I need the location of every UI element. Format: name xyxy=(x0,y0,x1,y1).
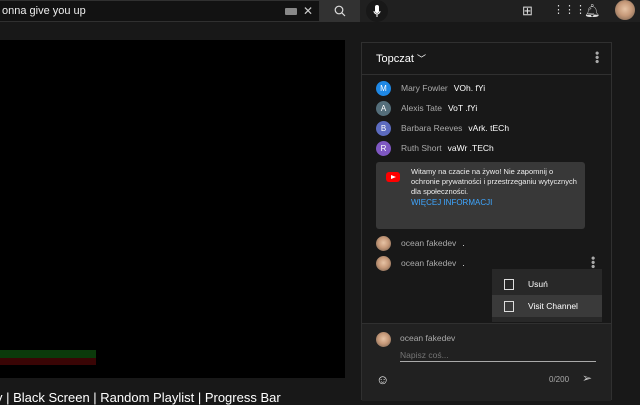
top-bar: ✕ ⊞ ⋮⋮⋮ 🔔︎ xyxy=(0,0,640,22)
menu-item-visit-channel[interactable]: Visit Channel xyxy=(492,295,602,317)
more-info-link[interactable]: WIĘCEJ INFORMACJI xyxy=(411,198,492,208)
person-icon xyxy=(504,300,514,312)
send-icon[interactable]: ➢ xyxy=(582,371,592,385)
microphone-icon xyxy=(373,5,381,17)
avatar: B xyxy=(376,120,391,136)
message-author: Alexis Tate xyxy=(401,103,442,113)
message-text: VoT .fYi xyxy=(447,103,478,113)
youtube-logo-icon xyxy=(386,172,400,182)
notice-text: Witamy na czacie na żywo! Nie zapomnij o… xyxy=(411,167,577,196)
chat-header: Topczat ﹀ ••• xyxy=(362,43,611,75)
chevron-down-icon: ﹀ xyxy=(416,54,426,64)
chat-message: M Mary Fowler VOh. fYi xyxy=(362,78,611,98)
trash-icon xyxy=(504,278,514,290)
emoji-icon[interactable]: ☺ xyxy=(376,372,389,387)
progress-bar-red xyxy=(0,358,96,365)
message-author: Mary Fowler xyxy=(401,83,448,93)
chat-message: A Alexis Tate VoT .fYi xyxy=(362,98,611,118)
input-author: ocean fakedev xyxy=(400,333,456,343)
avatar: R xyxy=(376,140,391,156)
char-count: 0/200 xyxy=(549,375,570,384)
chat-message: B Barbara Reeves vArk. tECh xyxy=(362,118,611,138)
welcome-notice: Witamy na czacie na żywo! Nie zapomnij o… xyxy=(376,162,585,229)
avatar xyxy=(376,255,391,271)
avatar xyxy=(376,235,391,251)
chat-mode-dropdown[interactable]: Topczat ﹀ xyxy=(376,52,426,65)
avatar: M xyxy=(376,80,391,96)
message-text: vArk. tECh xyxy=(468,123,510,133)
voice-search-button[interactable] xyxy=(366,0,388,22)
video-title: y | Black Screen | Random Playlist | Pro… xyxy=(0,390,281,405)
search-icon xyxy=(334,5,346,17)
search-box: ✕ xyxy=(0,0,320,22)
chat-input-area: ocean fakedev ☺ 0/200 ➢ xyxy=(362,323,611,401)
create-video-icon[interactable]: ⊞ xyxy=(522,3,533,19)
message-author: Barbara Reeves xyxy=(401,123,463,133)
chat-message-own: ocean fakedev. xyxy=(362,233,611,253)
progress-bar-green xyxy=(0,350,96,358)
chat-message-input[interactable] xyxy=(400,349,596,362)
video-player[interactable] xyxy=(0,40,345,378)
more-options-icon[interactable]: ••• xyxy=(590,51,604,64)
notifications-bell-icon[interactable]: 🔔︎ xyxy=(584,3,601,19)
live-chat-panel: Topczat ﹀ ••• M Mary Fowler VOh. fYi A Alexi… xyxy=(361,42,612,401)
menu-item-delete[interactable]: Usuń xyxy=(492,273,602,295)
message-menu-icon[interactable]: ••• xyxy=(586,256,600,269)
message-text: VOh. fYi xyxy=(453,83,486,93)
apps-grid-icon[interactable]: ⋮⋮⋮ xyxy=(553,3,586,16)
message-text: vaWr .TECh xyxy=(447,143,494,153)
search-button[interactable] xyxy=(320,0,360,22)
clear-search-icon[interactable]: ✕ xyxy=(303,4,313,18)
message-author: Ruth Short xyxy=(401,143,442,153)
avatar: A xyxy=(376,100,391,116)
message-context-menu: Usuń Visit Channel xyxy=(492,269,602,322)
keyboard-icon[interactable] xyxy=(285,8,297,15)
chat-message: R Ruth Short vaWr .TECh xyxy=(362,138,611,158)
account-avatar[interactable] xyxy=(615,0,635,20)
search-input[interactable] xyxy=(0,1,260,21)
avatar xyxy=(376,332,391,347)
